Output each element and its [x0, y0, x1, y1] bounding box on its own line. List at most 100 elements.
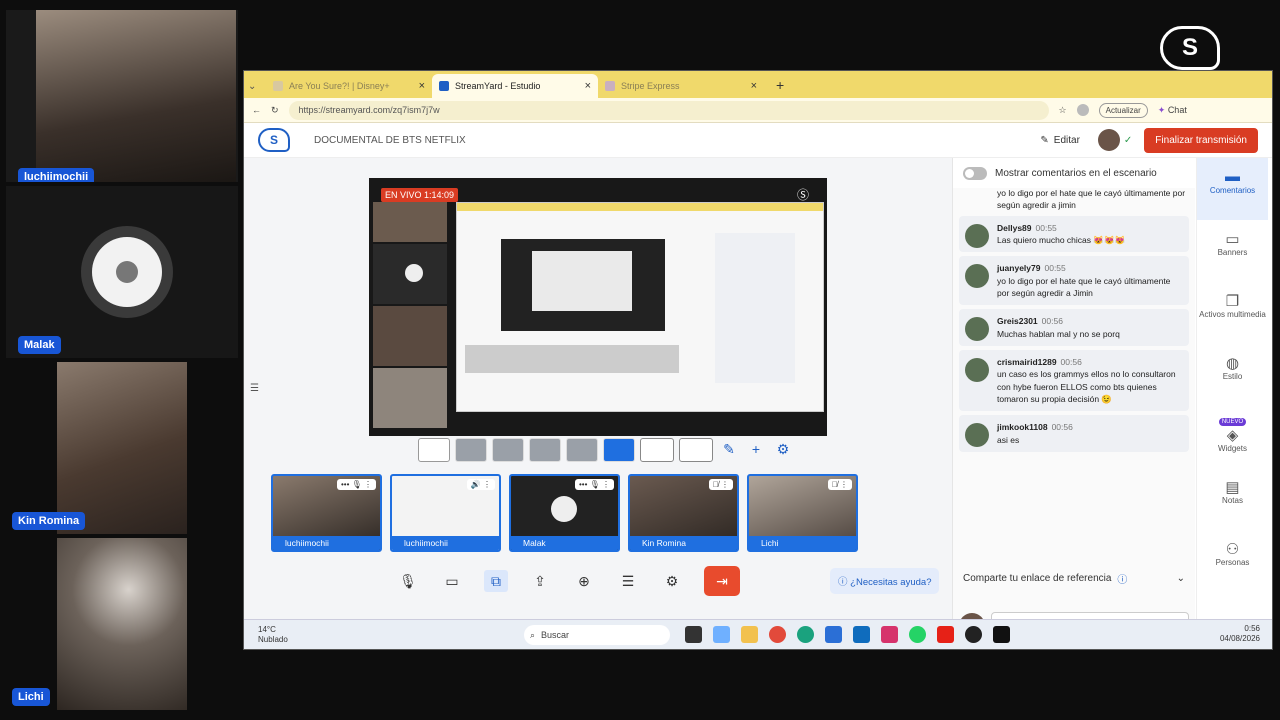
backstage-thumb[interactable]: 🎙̸ ⋮ Kin Romina — [628, 474, 739, 552]
clock[interactable]: 0:56 04/08/2026 — [1220, 624, 1260, 644]
mic-off-icon[interactable]: 🎙̸ ⋮ — [708, 479, 733, 490]
browser-tab[interactable]: StreamYard - Estudio × — [432, 74, 598, 98]
notes-icon[interactable]: ☰ — [616, 570, 640, 592]
whatsapp-icon[interactable] — [909, 626, 926, 643]
task-view-icon[interactable] — [685, 626, 702, 643]
invite-icon[interactable]: ⊕ — [572, 570, 596, 592]
stage-cam — [373, 202, 447, 242]
sidebar-item-estilo[interactable]: ◍ Estilo — [1197, 344, 1268, 406]
camera-icon[interactable]: ▭ — [440, 570, 464, 592]
taskbar-apps — [685, 626, 1010, 643]
sidebar-item-personas[interactable]: ⚇ Personas — [1197, 530, 1268, 592]
close-icon[interactable]: × — [585, 80, 591, 92]
star-icon[interactable]: ☆ — [1059, 105, 1067, 116]
tab-strip: ⌄ Are You Sure?! | Disney+ × StreamYard -… — [244, 71, 1272, 98]
obs-icon[interactable] — [965, 626, 982, 643]
question-icon: ⓘ — [838, 577, 848, 588]
finish-broadcast-button[interactable]: Finalizar transmisión — [1144, 127, 1258, 153]
sidebar-item-notas[interactable]: ▤ Notas — [1197, 468, 1268, 530]
close-icon[interactable]: × — [751, 80, 757, 92]
participant-tile-1: luchiimochii — [6, 10, 238, 182]
stage-canvas: EN VIVO 1:14:09 Ⓢ — [369, 178, 827, 436]
settings-icon[interactable]: ⚙ — [660, 570, 684, 592]
backstage-thumb[interactable]: ••• 🎙 ⋮ Malak — [509, 474, 620, 552]
mic-icon[interactable]: ••• 🎙 ⋮ — [574, 479, 614, 490]
taskbar-search[interactable]: ⌕ Buscar — [524, 625, 670, 645]
browser-tab[interactable]: Stripe Express × — [598, 74, 764, 98]
store-icon[interactable] — [825, 626, 842, 643]
layout-group[interactable] — [455, 438, 487, 462]
chevron-down-icon[interactable]: ⌄ — [1177, 573, 1185, 584]
pencil-icon: ✎ — [1040, 134, 1049, 146]
layout-solo[interactable] — [418, 438, 450, 462]
layout-thin[interactable] — [492, 438, 524, 462]
avatar[interactable] — [1097, 129, 1120, 151]
chat-button[interactable]: ✦ Chat — [1158, 105, 1187, 116]
sidebar-item-activos[interactable]: ❐ Activos multimedia — [1197, 282, 1268, 344]
present-icon[interactable]: ⇪ — [528, 570, 552, 592]
reload-icon[interactable]: ↻ — [271, 105, 279, 116]
edit-button[interactable]: ✎ Editar — [1040, 135, 1080, 146]
screen-share-icon[interactable]: ⧉ — [484, 570, 508, 592]
windows-taskbar: 14°C Nublado ⌕ Buscar 0:56 04/08/2026 — [244, 619, 1272, 649]
sidebar-item-widgets[interactable]: NUEVO ◈ Widgets — [1197, 406, 1268, 468]
stage-cam — [373, 244, 447, 304]
mic-off-icon[interactable]: 🎙̸ ⋮ — [827, 479, 852, 490]
mic-icon[interactable]: 🎙 — [396, 570, 420, 592]
browser-window: ⌄ Are You Sure?! | Disney+ × StreamYard -… — [243, 70, 1273, 650]
layout-screen[interactable] — [603, 438, 635, 462]
sidebar-item-comentarios[interactable]: ▬ Comentarios — [1197, 158, 1268, 220]
chrome-icon[interactable] — [769, 626, 786, 643]
file-explorer-icon[interactable] — [741, 626, 758, 643]
avatar — [965, 423, 989, 448]
comment-item: juanyely79 00:55 yo lo digo por el hate qu… — [959, 256, 1189, 306]
comment-user: crismairid1289 — [997, 356, 1057, 367]
stage-area: ☰ EN VIVO 1:14:09 Ⓢ ✎ + ⚙ ••• 🎙 ⋮ luchii… — [244, 158, 952, 648]
instagram-icon[interactable] — [881, 626, 898, 643]
avatar — [81, 226, 173, 318]
close-icon[interactable]: × — [419, 80, 425, 92]
participant-video — [57, 362, 187, 534]
help-button[interactable]: ⓘ ¿Necesitas ayuda? — [830, 568, 940, 594]
comment-user: Greis2301 — [997, 316, 1038, 327]
browser-tab[interactable]: Are You Sure?! | Disney+ × — [266, 74, 432, 98]
collapse-icon[interactable]: ☰ — [250, 383, 259, 394]
studio-toolbar: 🎙 ▭ ⧉ ⇪ ⊕ ☰ ⚙ ⇥ — [396, 566, 740, 596]
profile-icon[interactable] — [1076, 104, 1089, 116]
sidebar-item-banners[interactable]: ▭ Banners — [1197, 220, 1268, 282]
plus-icon[interactable]: + — [745, 438, 767, 460]
participant-name: Lichi — [12, 688, 50, 706]
volume-icon[interactable]: 🔊 ⋮ — [466, 479, 495, 490]
mic-icon[interactable]: ••• 🎙 ⋮ — [336, 479, 376, 490]
layout-screen-only[interactable] — [640, 438, 674, 462]
app-logo-icon: S — [258, 128, 290, 152]
comment-user: jimkook1108 — [997, 422, 1048, 433]
layout-leader[interactable] — [529, 438, 561, 462]
pencil-icon[interactable]: ✎ — [718, 438, 740, 460]
url-field[interactable]: https://streamyard.com/zq7ism7j7w — [288, 100, 1049, 120]
layout-blank[interactable] — [679, 438, 713, 462]
avatar — [965, 223, 989, 248]
app-header: S DOCUMENTAL DE BTS NETFLIX ✎ Editar ✓ Fi… — [244, 123, 1272, 158]
referral-row[interactable]: Comparte tu enlace de referencia ⓘ ⌄ — [953, 571, 1195, 586]
leave-button[interactable]: ⇥ — [704, 566, 740, 596]
show-comments-toggle[interactable] — [963, 166, 987, 180]
gear-icon[interactable]: ⚙ — [772, 438, 794, 460]
tab-menu-icon[interactable]: ⌄ — [248, 81, 266, 98]
comment-text: yo lo digo por el hate que le cayó últim… — [997, 275, 1171, 299]
backstage-thumb[interactable]: ••• 🎙 ⋮ luchiimochii — [271, 474, 382, 552]
backstage-thumb[interactable]: 🎙̸ ⋮ Lichi — [747, 474, 858, 552]
edge-icon[interactable] — [797, 626, 814, 643]
new-tab-button[interactable]: + — [764, 77, 796, 98]
avatar — [965, 264, 989, 289]
tiktok-icon[interactable] — [993, 626, 1010, 643]
outlook-icon[interactable] — [853, 626, 870, 643]
back-icon[interactable]: ← — [252, 105, 261, 115]
layout-sidebar[interactable] — [566, 438, 598, 462]
right-sidebar: ▬ Comentarios ▭ Banners ❐ Activos multimedia ◍… — [1196, 158, 1268, 648]
youtube-icon[interactable] — [937, 626, 954, 643]
copilot-icon[interactable] — [713, 626, 730, 643]
update-button[interactable]: Actualizar — [1098, 102, 1148, 118]
backstage-thumb[interactable]: 🔊 ⋮ luchiimochii — [390, 474, 501, 552]
weather-widget[interactable]: 14°C Nublado — [258, 625, 288, 643]
